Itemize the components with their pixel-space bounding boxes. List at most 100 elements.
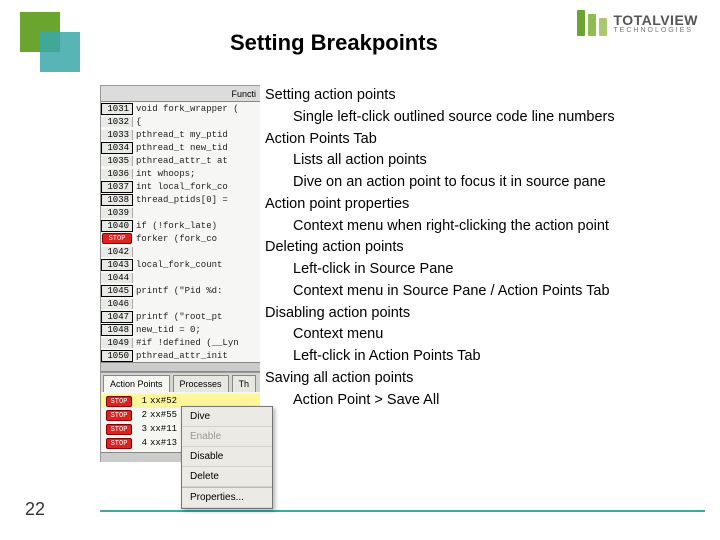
source-row[interactable]: 1032{ — [101, 115, 260, 128]
bullet-h2s1: Lists all action points — [265, 150, 710, 172]
bullet-h3s1: Context menu when right-clicking the act… — [265, 216, 710, 238]
ctx-properties[interactable]: Properties... — [182, 488, 272, 508]
code-text: { — [133, 117, 141, 127]
tab-processes[interactable]: Processes — [173, 375, 229, 392]
line-number[interactable]: 1045 — [101, 285, 133, 297]
action-point-location: xx#11 — [150, 424, 177, 434]
brand-logo: TOTALVIEW TECHNOLOGIES — [577, 10, 698, 36]
line-number[interactable]: 1050 — [101, 350, 133, 362]
bullet-h1: Setting action points — [265, 85, 710, 107]
line-number[interactable]: 1044 — [101, 273, 133, 283]
bullet-h5s2: Left-click in Action Points Tab — [265, 346, 710, 368]
line-number[interactable]: 1032 — [101, 117, 133, 127]
source-row[interactable]: 1047 printf ("root_pt — [101, 310, 260, 323]
source-row[interactable]: 1050 pthread_attr_init — [101, 349, 260, 362]
action-point-location: xx#55 — [150, 410, 177, 420]
code-text: pthread_attr_t at — [133, 156, 228, 166]
line-number[interactable]: 1037 — [101, 181, 133, 193]
function-header: Functi — [101, 86, 260, 102]
source-row[interactable]: 1033 pthread_t my_ptid — [101, 128, 260, 141]
line-number[interactable]: 1035 — [101, 156, 133, 166]
logo-sub-text: TECHNOLOGIES — [613, 27, 698, 34]
code-text: pthread_t my_ptid — [133, 130, 228, 140]
stop-badge[interactable]: STOP — [102, 233, 132, 244]
line-number[interactable]: 1033 — [101, 130, 133, 140]
bullet-h2s2: Dive on an action point to focus it in s… — [265, 172, 710, 194]
line-number[interactable]: 1042 — [101, 247, 133, 257]
action-point-id: 4 — [133, 438, 147, 448]
stop-badge[interactable]: STOP — [106, 396, 132, 407]
source-row[interactable]: 1040 if (!fork_late) — [101, 219, 260, 232]
source-row[interactable]: 1049#if !defined (__Lyn — [101, 336, 260, 349]
tab-action-points[interactable]: Action Points — [103, 375, 170, 392]
bullet-h1s1: Single left-click outlined source code l… — [265, 107, 710, 129]
bullet-h5s1: Context menu — [265, 324, 710, 346]
tabs-bar: Action Points Processes Th — [101, 372, 260, 392]
source-row[interactable]: 1035 pthread_attr_t at — [101, 154, 260, 167]
line-number[interactable]: 1046 — [101, 299, 133, 309]
bullet-h2: Action Points Tab — [265, 129, 710, 151]
source-row[interactable]: STOP forker (fork_co — [101, 232, 260, 245]
ctx-delete[interactable]: Delete — [182, 467, 272, 487]
code-text: int local_fork_co — [133, 182, 228, 192]
source-row[interactable]: 1045 printf ("Pid %d: — [101, 284, 260, 297]
code-text: int whoops; — [133, 169, 195, 179]
source-pane[interactable]: 1031void fork_wrapper (1032{1033 pthread… — [101, 102, 260, 362]
code-text: void fork_wrapper ( — [133, 104, 239, 114]
stop-badge[interactable]: STOP — [106, 410, 132, 421]
code-text: forker (fork_co — [133, 234, 217, 244]
line-number[interactable]: 1036 — [101, 169, 133, 179]
line-number[interactable]: 1034 — [101, 142, 133, 154]
source-row[interactable]: 1043 local_fork_count — [101, 258, 260, 271]
stop-badge[interactable]: STOP — [106, 438, 132, 449]
action-point-location: xx#13 — [150, 438, 177, 448]
line-number[interactable]: 1043 — [101, 259, 133, 271]
source-row[interactable]: 1044 — [101, 271, 260, 284]
source-row[interactable]: 1031void fork_wrapper ( — [101, 102, 260, 115]
bullet-h6: Saving all action points — [265, 368, 710, 390]
line-number[interactable]: 1031 — [101, 103, 133, 115]
bullet-content: Setting action points Single left-click … — [265, 85, 710, 411]
source-row[interactable]: 1046 — [101, 297, 260, 310]
source-row[interactable]: 1038 thread_ptids[0] = — [101, 193, 260, 206]
line-number[interactable]: 1048 — [101, 324, 133, 336]
source-row[interactable]: 1039 — [101, 206, 260, 219]
source-row[interactable]: 1036 int whoops; — [101, 167, 260, 180]
debugger-screenshot: Functi 1031void fork_wrapper (1032{1033 … — [100, 85, 260, 462]
line-number[interactable]: 1047 — [101, 311, 133, 323]
action-points-list[interactable]: Dive Enable Disable Delete Properties...… — [101, 392, 260, 452]
ctx-enable[interactable]: Enable — [182, 427, 272, 447]
source-row[interactable]: 1037 int local_fork_co — [101, 180, 260, 193]
separator-bar — [101, 362, 260, 372]
bullet-h5: Disabling action points — [265, 303, 710, 325]
bullet-h4s2: Context menu in Source Pane / Action Poi… — [265, 281, 710, 303]
source-row[interactable]: 1042 — [101, 245, 260, 258]
code-text: if (!fork_late) — [133, 221, 217, 231]
code-text: #if !defined (__Lyn — [133, 338, 239, 348]
page-number: 22 — [25, 499, 45, 520]
action-point-id: 3 — [133, 424, 147, 434]
code-text: local_fork_count — [133, 260, 222, 270]
bullet-h4s1: Left-click in Source Pane — [265, 259, 710, 281]
bullet-h6s1: Action Point > Save All — [265, 390, 710, 412]
source-row[interactable]: 1034 pthread_t new_tid — [101, 141, 260, 154]
code-text: pthread_attr_init — [133, 351, 228, 361]
logo-bars-icon — [577, 10, 607, 36]
bullet-h4: Deleting action points — [265, 237, 710, 259]
source-row[interactable]: 1048 new_tid = 0; — [101, 323, 260, 336]
code-text: printf ("Pid %d: — [133, 286, 222, 296]
line-number[interactable]: 1040 — [101, 220, 133, 232]
line-number[interactable]: 1049 — [101, 338, 133, 348]
code-text: printf ("root_pt — [133, 312, 222, 322]
line-number[interactable]: 1038 — [101, 194, 133, 206]
tab-threads[interactable]: Th — [232, 375, 257, 392]
stop-badge[interactable]: STOP — [106, 424, 132, 435]
ctx-disable[interactable]: Disable — [182, 447, 272, 467]
footer-rule — [100, 510, 705, 512]
ctx-dive[interactable]: Dive — [182, 407, 272, 427]
action-point-id: 1 — [133, 396, 147, 406]
action-point-location: xx#52 — [150, 396, 177, 406]
code-text: new_tid = 0; — [133, 325, 201, 335]
action-point-id: 2 — [133, 410, 147, 420]
line-number[interactable]: 1039 — [101, 208, 133, 218]
